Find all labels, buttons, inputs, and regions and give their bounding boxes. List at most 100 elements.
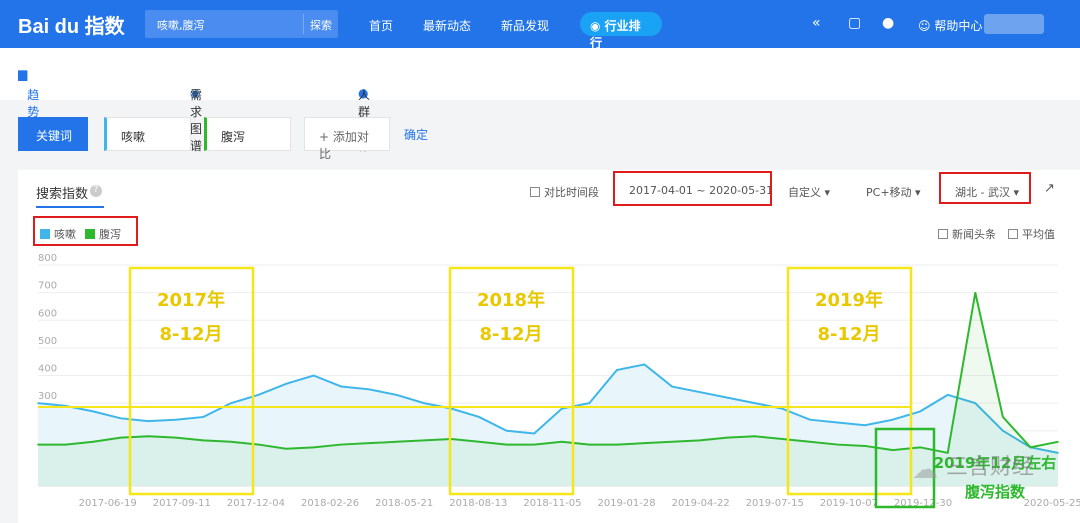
data-point <box>64 443 67 446</box>
data-point <box>809 418 811 421</box>
data-point <box>753 435 756 438</box>
data-point <box>1057 441 1059 443</box>
data-point <box>147 435 150 438</box>
data-point <box>119 417 122 420</box>
wechat-watermark-icon: ☁ <box>912 455 938 485</box>
annotation-note: 腹泻指数 <box>965 483 1026 501</box>
data-point <box>781 438 784 440</box>
data-point <box>560 407 563 410</box>
data-point <box>726 396 728 399</box>
data-point <box>781 407 784 410</box>
data-point <box>505 443 508 446</box>
data-point <box>202 439 205 442</box>
data-point <box>1029 446 1032 449</box>
annotation-months: 8-12月 <box>479 324 542 345</box>
diarrhea-area <box>38 292 1058 486</box>
data-point <box>92 410 94 413</box>
data-point <box>616 369 618 371</box>
data-point <box>836 421 839 424</box>
data-point <box>285 382 287 385</box>
x-tick-label: 2018-02-26 <box>301 498 359 509</box>
data-point <box>533 443 536 446</box>
data-point <box>726 436 728 439</box>
data-point <box>312 374 315 377</box>
data-point <box>37 443 39 446</box>
data-point <box>395 441 398 443</box>
y-tick-label: 800 <box>38 253 57 264</box>
data-point <box>671 385 673 388</box>
trend-chart: 1002003004005006007008002017-06-192017-0… <box>37 253 1080 509</box>
data-point <box>37 402 39 404</box>
watermark: 三言财经 <box>946 455 1034 480</box>
annotation-year: 2019年 <box>815 289 883 311</box>
x-tick-label: 2018-11-05 <box>523 498 581 509</box>
data-point <box>285 447 287 450</box>
data-point <box>560 441 563 443</box>
data-point <box>257 443 260 446</box>
data-point <box>147 420 150 422</box>
x-tick-label: 2017-06-19 <box>79 498 137 509</box>
x-tick-label: 2019-07-15 <box>746 498 804 509</box>
x-tick-label: 2019-10-07 <box>820 498 878 509</box>
y-tick-label: 300 <box>38 391 57 402</box>
x-tick-label: 2020-05-25 <box>1024 498 1080 509</box>
x-tick-label: 2018-08-13 <box>449 498 507 509</box>
data-point <box>423 402 425 404</box>
highlight-region <box>939 172 1031 204</box>
y-tick-label: 500 <box>38 336 57 347</box>
annotation-year: 2018年 <box>477 289 545 311</box>
data-point <box>809 441 811 443</box>
data-point <box>119 436 122 439</box>
data-point <box>368 442 370 444</box>
data-point <box>588 402 591 404</box>
x-tick-label: 2019-04-22 <box>672 498 730 509</box>
data-point <box>919 410 921 413</box>
data-point <box>505 429 508 432</box>
annotation-months: 8-12月 <box>159 324 222 345</box>
y-tick-label: 700 <box>38 281 57 292</box>
data-point <box>175 436 177 439</box>
data-point <box>202 416 205 418</box>
data-point <box>395 394 398 396</box>
data-point <box>312 446 315 449</box>
data-point <box>368 388 370 391</box>
data-point <box>340 443 343 446</box>
data-point <box>92 441 94 443</box>
data-point <box>671 441 673 443</box>
y-tick-label: 400 <box>38 364 57 375</box>
data-point <box>423 439 425 442</box>
highlight-date-range <box>613 171 772 206</box>
data-point <box>257 394 260 396</box>
x-tick-label: 2019-01-28 <box>597 498 655 509</box>
data-point <box>891 418 894 421</box>
data-point <box>919 446 921 449</box>
data-point <box>946 394 949 396</box>
annotation-year: 2017年 <box>157 289 225 311</box>
data-point <box>698 439 701 442</box>
data-point <box>230 402 232 404</box>
highlight-legend <box>33 216 138 246</box>
data-point <box>864 424 866 427</box>
x-tick-label: 2018-05-21 <box>375 498 433 509</box>
data-point <box>891 449 894 451</box>
data-point <box>836 443 839 446</box>
x-tick-label: 2017-12-04 <box>227 498 285 509</box>
data-point <box>478 441 480 443</box>
data-point <box>340 385 343 388</box>
x-tick-label: 2017-09-11 <box>153 498 211 509</box>
data-point <box>175 418 177 421</box>
data-point <box>588 443 591 446</box>
data-point <box>753 402 756 404</box>
data-point <box>533 432 536 435</box>
data-point <box>864 445 866 447</box>
data-point <box>643 363 646 366</box>
data-point <box>974 291 977 294</box>
data-point <box>616 443 618 446</box>
annotation-months: 8-12月 <box>817 324 880 345</box>
data-point <box>698 391 701 393</box>
data-point <box>478 416 480 418</box>
data-point <box>643 442 646 444</box>
data-point <box>1002 416 1004 418</box>
y-tick-label: 600 <box>38 308 57 319</box>
data-point <box>230 441 232 443</box>
